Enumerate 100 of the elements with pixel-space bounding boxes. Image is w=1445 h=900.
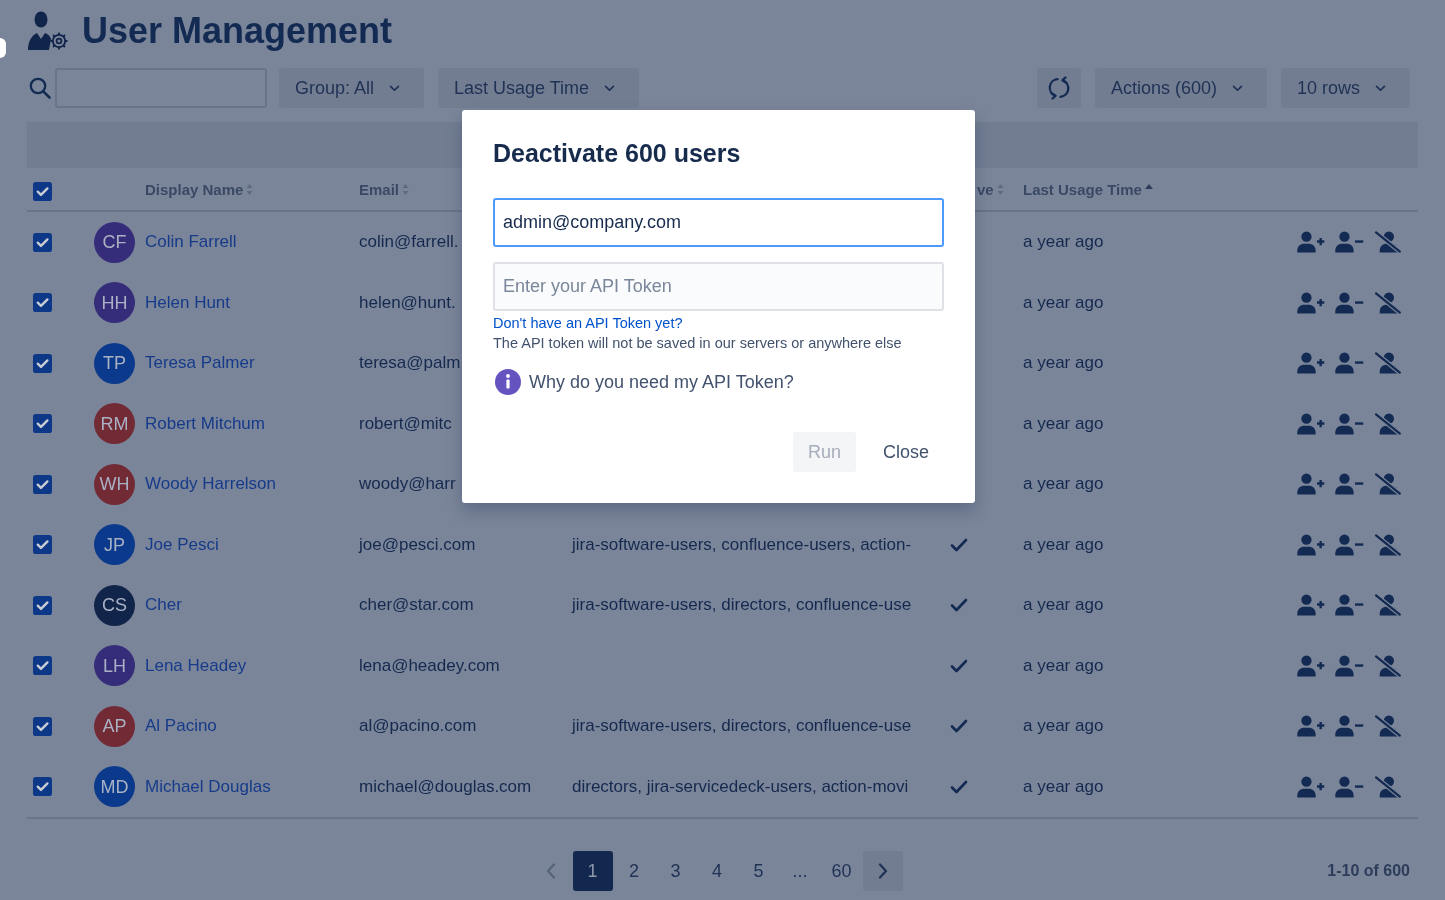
refresh-icon: [1046, 76, 1071, 100]
user-minus-icon[interactable]: [1335, 412, 1364, 435]
page-button[interactable]: 1: [572, 851, 613, 891]
user-minus-icon[interactable]: [1335, 231, 1364, 254]
row-checkbox[interactable]: [33, 353, 52, 373]
user-minus-icon[interactable]: [1335, 715, 1364, 738]
user-gear-icon: [27, 10, 69, 52]
user-minus-icon[interactable]: [1335, 533, 1364, 556]
page-button[interactable]: 4: [697, 851, 737, 891]
last-usage-text: a year ago: [1023, 413, 1104, 434]
page-button[interactable]: 5: [738, 851, 779, 891]
user-name-link[interactable]: Cher: [145, 595, 182, 616]
user-plus-icon[interactable]: [1297, 352, 1326, 375]
email-text: teresa@palm: [359, 353, 461, 374]
last-usage-text: a year ago: [1023, 534, 1104, 555]
refresh-button[interactable]: [1036, 68, 1081, 108]
user-plus-icon[interactable]: [1297, 654, 1326, 677]
chevron-down-icon: [1231, 84, 1243, 92]
user-avatar: JP: [94, 524, 135, 566]
next-page-button[interactable]: [863, 851, 903, 891]
chevron-left-icon: [546, 863, 556, 879]
email-text: joe@pesci.com: [359, 534, 476, 555]
user-name-link[interactable]: Woody Harrelson: [145, 474, 277, 495]
user-plus-icon[interactable]: [1297, 594, 1326, 617]
user-plus-icon[interactable]: [1297, 715, 1326, 738]
last-usage-text: a year ago: [1023, 776, 1104, 797]
row-checkbox[interactable]: [33, 656, 52, 676]
filter-dropdown[interactable]: Group: All: [279, 68, 425, 108]
groups-text: directors, jira-servicedeck-users, action-movi: [572, 776, 909, 797]
user-slash-icon[interactable]: [1373, 352, 1402, 375]
user-minus-icon[interactable]: [1335, 352, 1364, 375]
user-slash-icon[interactable]: [1373, 715, 1402, 738]
last-usage-text: a year ago: [1023, 595, 1104, 616]
user-plus-icon[interactable]: [1297, 291, 1326, 314]
user-name-link[interactable]: Colin Farrell: [145, 232, 237, 253]
api-token-link[interactable]: Don't have an API Token yet?: [493, 313, 683, 333]
row-checkbox[interactable]: [33, 716, 52, 736]
row-checkbox[interactable]: [33, 474, 52, 494]
api-token-input[interactable]: Enter your API Token: [493, 262, 944, 311]
column-header[interactable]: Last Usage Time: [1023, 180, 1153, 198]
user-slash-icon[interactable]: [1373, 291, 1402, 314]
user-plus-icon[interactable]: [1297, 231, 1326, 254]
user-plus-icon[interactable]: [1297, 473, 1326, 496]
email-text: robert@mitc: [359, 413, 452, 434]
chevron-right-icon: [878, 863, 888, 879]
user-minus-icon[interactable]: [1335, 594, 1364, 617]
chevron-down-icon: [389, 84, 401, 92]
email-text: cher@star.com: [359, 595, 474, 616]
last-usage-text: a year ago: [1023, 716, 1104, 737]
user-minus-icon[interactable]: [1335, 654, 1364, 677]
user-name-link[interactable]: Michael Douglas: [145, 776, 271, 797]
page-button[interactable]: 60: [821, 851, 862, 891]
user-avatar: TP: [94, 342, 135, 384]
user-minus-icon[interactable]: [1335, 775, 1364, 798]
last-usage-text: a year ago: [1023, 353, 1104, 374]
page-title: User Management: [82, 9, 393, 53]
close-button[interactable]: Close: [867, 432, 944, 472]
column-header[interactable]: Display Name: [145, 180, 254, 198]
email-text: colin@farrell.: [359, 232, 459, 253]
user-minus-icon[interactable]: [1335, 473, 1364, 496]
user-name-link[interactable]: Al Pacino: [145, 716, 217, 737]
filter-dropdown[interactable]: Last Usage Time: [438, 68, 640, 108]
user-slash-icon[interactable]: [1373, 594, 1402, 617]
user-name-link[interactable]: Robert Mitchum: [145, 413, 265, 434]
page-button[interactable]: 3: [655, 851, 696, 891]
email-input[interactable]: admin@company.com: [493, 198, 944, 247]
row-checkbox[interactable]: [33, 414, 52, 434]
column-header[interactable]: ve: [977, 180, 1004, 198]
row-checkbox[interactable]: [33, 232, 52, 252]
user-slash-icon[interactable]: [1373, 412, 1402, 435]
user-slash-icon[interactable]: [1373, 533, 1402, 556]
last-usage-text: a year ago: [1023, 655, 1104, 676]
actions-dropdown[interactable]: Actions (600): [1094, 68, 1267, 108]
row-checkbox[interactable]: [33, 595, 52, 615]
user-avatar: MD: [94, 766, 135, 808]
row-checkbox[interactable]: [33, 293, 52, 313]
row-checkbox[interactable]: [33, 777, 52, 797]
user-avatar: AP: [94, 705, 135, 747]
user-plus-icon[interactable]: [1297, 533, 1326, 556]
user-name-link[interactable]: Teresa Palmer: [145, 353, 255, 374]
user-slash-icon[interactable]: [1373, 654, 1402, 677]
row-checkbox[interactable]: [33, 535, 52, 555]
user-plus-icon[interactable]: [1297, 775, 1326, 798]
page-button[interactable]: 2: [614, 851, 654, 891]
rows-per-page-dropdown[interactable]: 10 rows: [1280, 68, 1410, 108]
info-icon: [495, 369, 521, 395]
select-all-checkbox[interactable]: [33, 181, 52, 201]
user-name-link[interactable]: Joe Pesci: [145, 534, 219, 555]
user-slash-icon[interactable]: [1373, 775, 1402, 798]
user-name-link[interactable]: Helen Hunt: [145, 292, 231, 313]
user-name-link[interactable]: Lena Headey: [145, 655, 247, 676]
user-slash-icon[interactable]: [1373, 231, 1402, 254]
api-token-help-toggle[interactable]: Why do you need my API Token?: [495, 369, 794, 395]
user-plus-icon[interactable]: [1297, 412, 1326, 435]
user-minus-icon[interactable]: [1335, 291, 1364, 314]
column-header[interactable]: Email: [359, 180, 410, 198]
last-usage-text: a year ago: [1023, 232, 1104, 253]
user-slash-icon[interactable]: [1373, 473, 1402, 496]
side-handle-icon: [0, 38, 6, 58]
user-avatar: RM: [94, 403, 135, 445]
